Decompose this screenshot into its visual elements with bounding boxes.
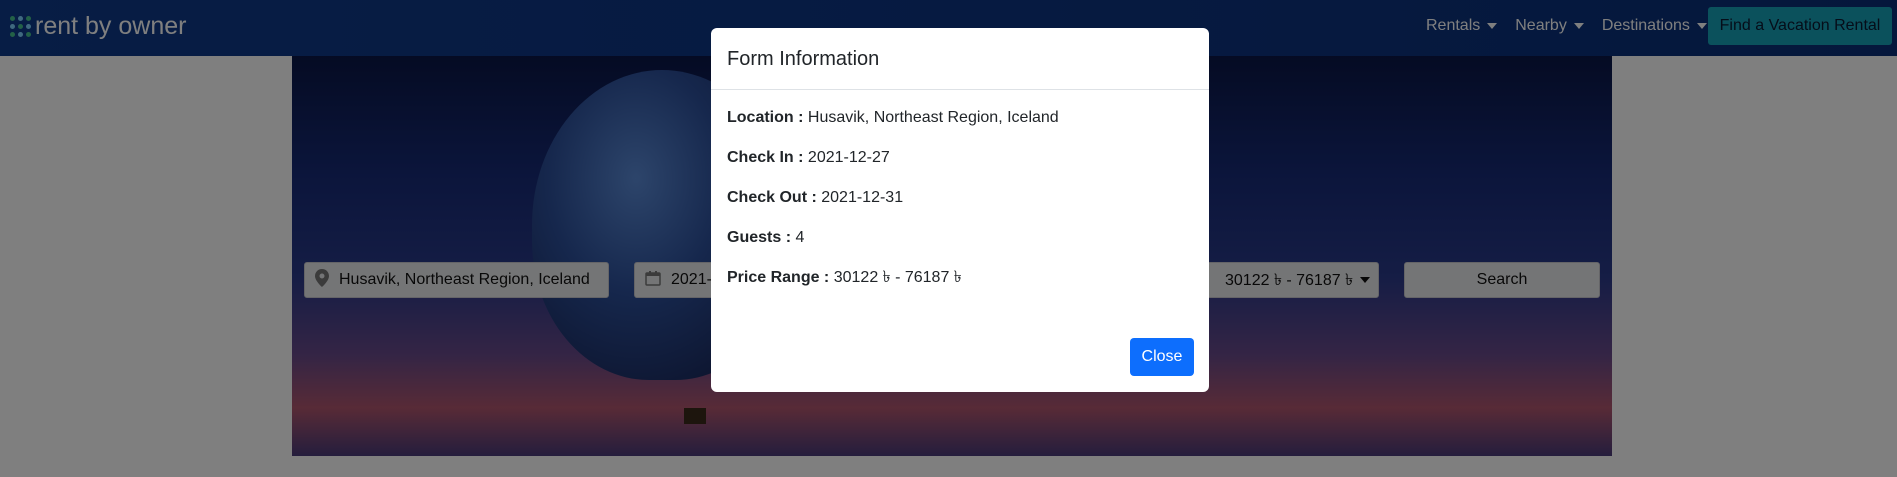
modal-title: Form Information — [727, 48, 880, 70]
modal-body: Location : Husavik, Northeast Region, Ic… — [711, 90, 1209, 306]
info-value: Husavik, Northeast Region, Iceland — [807, 109, 1059, 126]
info-value: 30122 ৳ - 76187 ৳ — [833, 269, 962, 286]
modal-footer: Close — [1130, 338, 1194, 376]
info-row-location: Location : Husavik, Northeast Region, Ic… — [727, 106, 1193, 146]
info-label: Location : — [727, 109, 804, 126]
close-button[interactable]: Close — [1130, 338, 1194, 376]
info-value: 2021-12-31 — [821, 189, 904, 206]
info-label: Check In : — [727, 149, 804, 166]
info-label: Guests : — [727, 229, 792, 246]
info-label: Price Range : — [727, 269, 830, 286]
modal-header: Form Information — [711, 28, 1209, 90]
info-row-price-range: Price Range : 30122 ৳ - 76187 ৳ — [727, 266, 1193, 306]
info-row-check-out: Check Out : 2021-12-31 — [727, 186, 1193, 226]
info-row-check-in: Check In : 2021-12-27 — [727, 146, 1193, 186]
form-information-modal: Form Information Location : Husavik, Nor… — [711, 28, 1209, 392]
info-row-guests: Guests : 4 — [727, 226, 1193, 266]
info-label: Check Out : — [727, 189, 817, 206]
info-value: 2021-12-27 — [807, 149, 890, 166]
info-value: 4 — [795, 229, 805, 246]
